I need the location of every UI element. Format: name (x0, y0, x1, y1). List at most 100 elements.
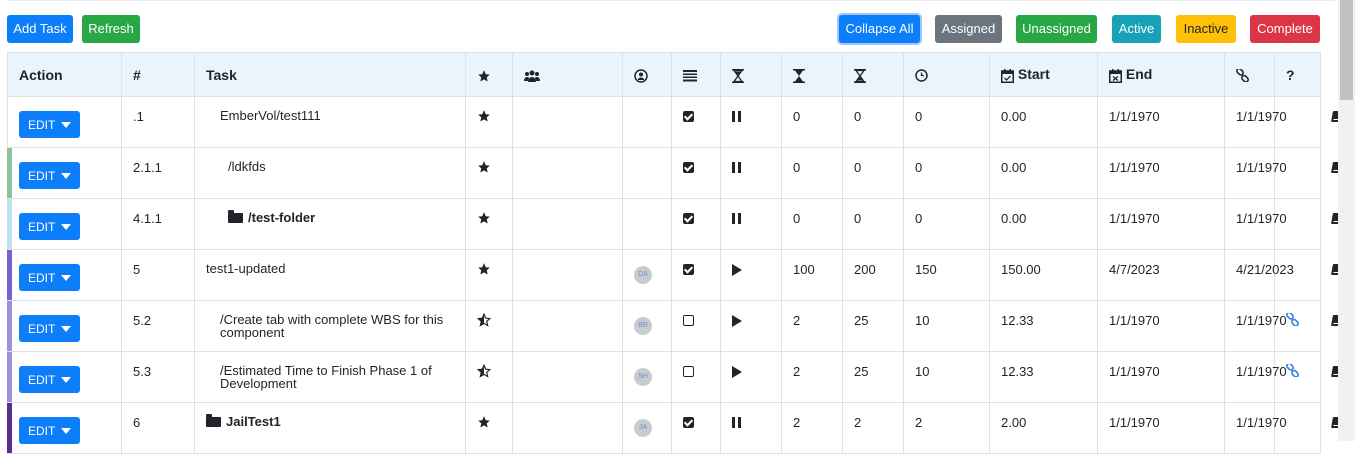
complete-checkbox-cell[interactable] (671, 249, 721, 301)
collapse-all-button[interactable]: Collapse All (839, 15, 920, 43)
favorite-cell[interactable] (465, 351, 513, 403)
state-cell[interactable] (720, 96, 782, 148)
complete-checkbox-cell[interactable] (671, 96, 721, 148)
pause-icon[interactable] (732, 111, 741, 122)
star-icon[interactable] (477, 415, 491, 429)
star-icon[interactable] (477, 211, 491, 225)
task-name[interactable]: /Estimated Time to Finish Phase 1 of Dev… (220, 363, 432, 391)
table-row[interactable]: EDIT 6 JailTest1 JA 2 2 2 2.00 1/1/1970 1/1/1970 (7, 402, 1342, 454)
star-half-icon[interactable] (476, 312, 492, 327)
col-assignee[interactable] (622, 52, 672, 97)
pause-icon[interactable] (732, 213, 741, 224)
complete-checkbox-cell[interactable] (671, 351, 721, 403)
link-icon[interactable] (1286, 362, 1299, 378)
play-icon[interactable] (732, 366, 742, 378)
col-hours-estimated[interactable] (720, 52, 782, 97)
checked-checkbox-icon[interactable] (683, 264, 694, 275)
table-row[interactable]: EDIT 5.2/Create tab with complete WBS for… (7, 300, 1342, 352)
col-action[interactable]: Action (7, 52, 122, 97)
col-end[interactable]: End (1097, 52, 1225, 97)
scrollbar-thumb[interactable] (1340, 0, 1353, 100)
avatar[interactable]: SH (634, 368, 652, 386)
star-half-icon[interactable] (476, 363, 492, 378)
favorite-cell[interactable] (465, 300, 513, 352)
task-name[interactable]: test1-updated (206, 261, 286, 276)
avatar[interactable]: DA (634, 266, 652, 284)
favorite-cell[interactable] (465, 96, 513, 148)
col-help[interactable]: ? (1274, 52, 1321, 97)
assignee-cell[interactable]: JA (622, 402, 672, 454)
state-cell[interactable] (720, 300, 782, 352)
state-cell[interactable] (720, 147, 782, 199)
col-hours-remaining[interactable] (842, 52, 904, 97)
favorite-cell[interactable] (465, 249, 513, 301)
col-start[interactable]: Start (989, 52, 1098, 97)
star-icon[interactable] (477, 160, 491, 174)
task-name[interactable]: /test-folder (248, 210, 315, 225)
assignee-cell[interactable]: DA (622, 249, 672, 301)
edit-dropdown-button[interactable]: EDIT (19, 264, 81, 291)
unchecked-checkbox-icon[interactable] (683, 315, 694, 326)
col-number[interactable]: # (121, 52, 195, 97)
task-name-cell[interactable]: EmberVol/test111 (194, 96, 466, 148)
checked-checkbox-icon[interactable] (683, 162, 694, 173)
play-icon[interactable] (732, 315, 742, 327)
avatar[interactable]: JA (634, 419, 652, 437)
table-row[interactable]: EDIT 5.3/Estimated Time to Finish Phase 1… (7, 351, 1342, 403)
edit-dropdown-button[interactable]: EDIT (19, 111, 81, 138)
avatar[interactable]: BR (634, 317, 652, 335)
complete-filter-button[interactable]: Complete (1250, 15, 1320, 43)
add-task-button[interactable]: Add Task (7, 15, 73, 43)
unchecked-checkbox-icon[interactable] (683, 366, 694, 377)
pause-icon[interactable] (732, 162, 741, 173)
favorite-cell[interactable] (465, 198, 513, 250)
assignee-cell[interactable]: BR (622, 300, 672, 352)
task-name[interactable]: EmberVol/test111 (220, 108, 321, 123)
checked-checkbox-icon[interactable] (683, 111, 694, 122)
assigned-filter-button[interactable]: Assigned (935, 15, 1002, 43)
favorite-cell[interactable] (465, 402, 513, 454)
inactive-filter-button[interactable]: Inactive (1176, 15, 1236, 43)
vertical-scrollbar[interactable] (1338, 0, 1355, 441)
assignee-cell[interactable] (622, 147, 672, 199)
active-filter-button[interactable]: Active (1112, 15, 1161, 43)
col-task[interactable]: Task (194, 52, 466, 97)
checked-checkbox-icon[interactable] (683, 417, 694, 428)
assignee-cell[interactable] (622, 96, 672, 148)
star-icon[interactable] (477, 109, 491, 123)
complete-checkbox-cell[interactable] (671, 147, 721, 199)
col-link[interactable] (1224, 52, 1275, 97)
complete-checkbox-cell[interactable] (671, 198, 721, 250)
state-cell[interactable] (720, 351, 782, 403)
edit-dropdown-button[interactable]: EDIT (19, 366, 81, 393)
refresh-button[interactable]: Refresh (82, 15, 140, 43)
edit-dropdown-button[interactable]: EDIT (19, 213, 81, 240)
col-time[interactable] (903, 52, 990, 97)
complete-checkbox-cell[interactable] (671, 300, 721, 352)
table-row[interactable]: EDIT 2.1.1/ldkfds 0 0 0 0.00 1/1/1970 1/1/1970 (7, 147, 1342, 199)
state-cell[interactable] (720, 198, 782, 250)
task-name-cell[interactable]: test1-updated (194, 249, 466, 301)
col-status[interactable] (671, 52, 721, 97)
pause-icon[interactable] (732, 417, 741, 428)
unassigned-filter-button[interactable]: Unassigned (1016, 15, 1097, 43)
task-name-cell[interactable]: /Estimated Time to Finish Phase 1 of Dev… (194, 351, 466, 403)
table-row[interactable]: EDIT .1 EmberVol/test111 0 0 0 0.00 1/1/1970 1/1… (7, 96, 1342, 148)
link-icon[interactable] (1286, 311, 1299, 327)
complete-checkbox-cell[interactable] (671, 402, 721, 454)
star-icon[interactable] (477, 262, 491, 276)
edit-dropdown-button[interactable]: EDIT (19, 162, 81, 189)
task-name-cell[interactable]: /ldkfds (194, 147, 466, 199)
play-icon[interactable] (732, 264, 742, 276)
state-cell[interactable] (720, 402, 782, 454)
task-name[interactable]: /Create tab with complete WBS for this c… (220, 312, 443, 340)
edit-dropdown-button[interactable]: EDIT (19, 315, 81, 342)
assignee-cell[interactable] (622, 198, 672, 250)
task-name-cell[interactable]: /test-folder (194, 198, 466, 250)
col-star[interactable] (465, 52, 513, 97)
checked-checkbox-icon[interactable] (683, 213, 694, 224)
col-hours-actual[interactable] (781, 52, 843, 97)
task-name-cell[interactable]: JailTest1 (194, 402, 466, 454)
state-cell[interactable] (720, 249, 782, 301)
task-name[interactable]: JailTest1 (226, 414, 281, 429)
